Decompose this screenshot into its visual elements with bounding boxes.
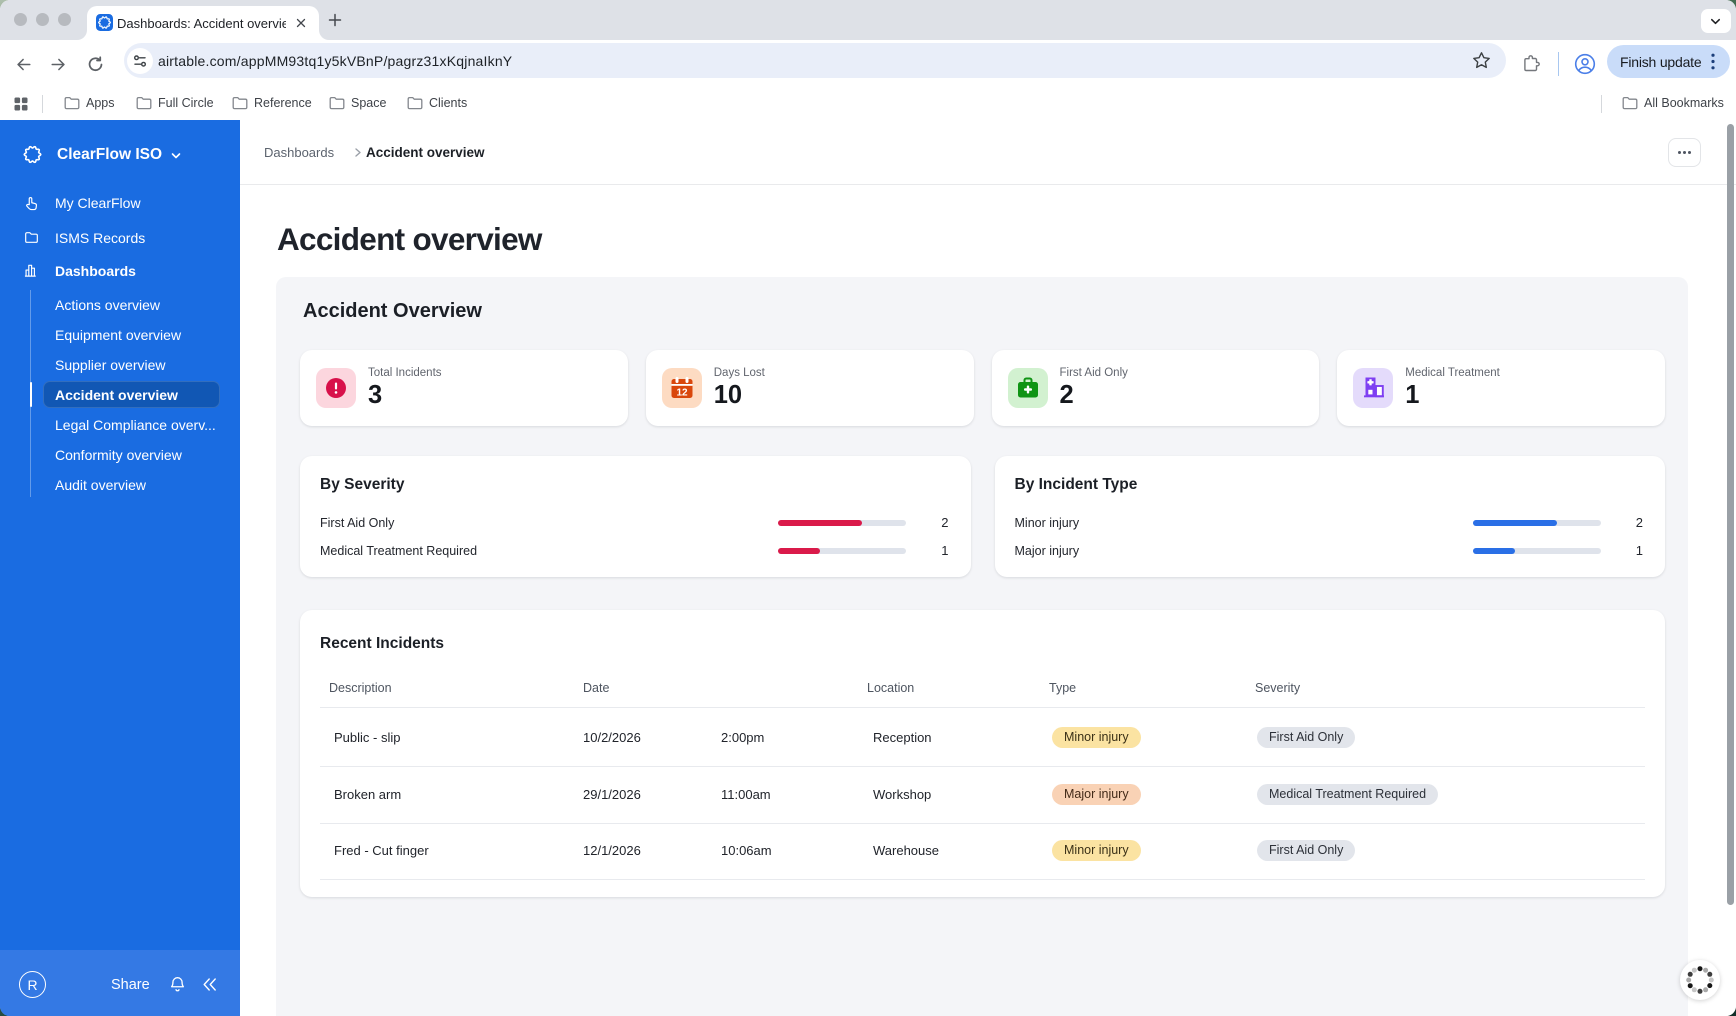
svg-text:12: 12 <box>676 388 688 399</box>
